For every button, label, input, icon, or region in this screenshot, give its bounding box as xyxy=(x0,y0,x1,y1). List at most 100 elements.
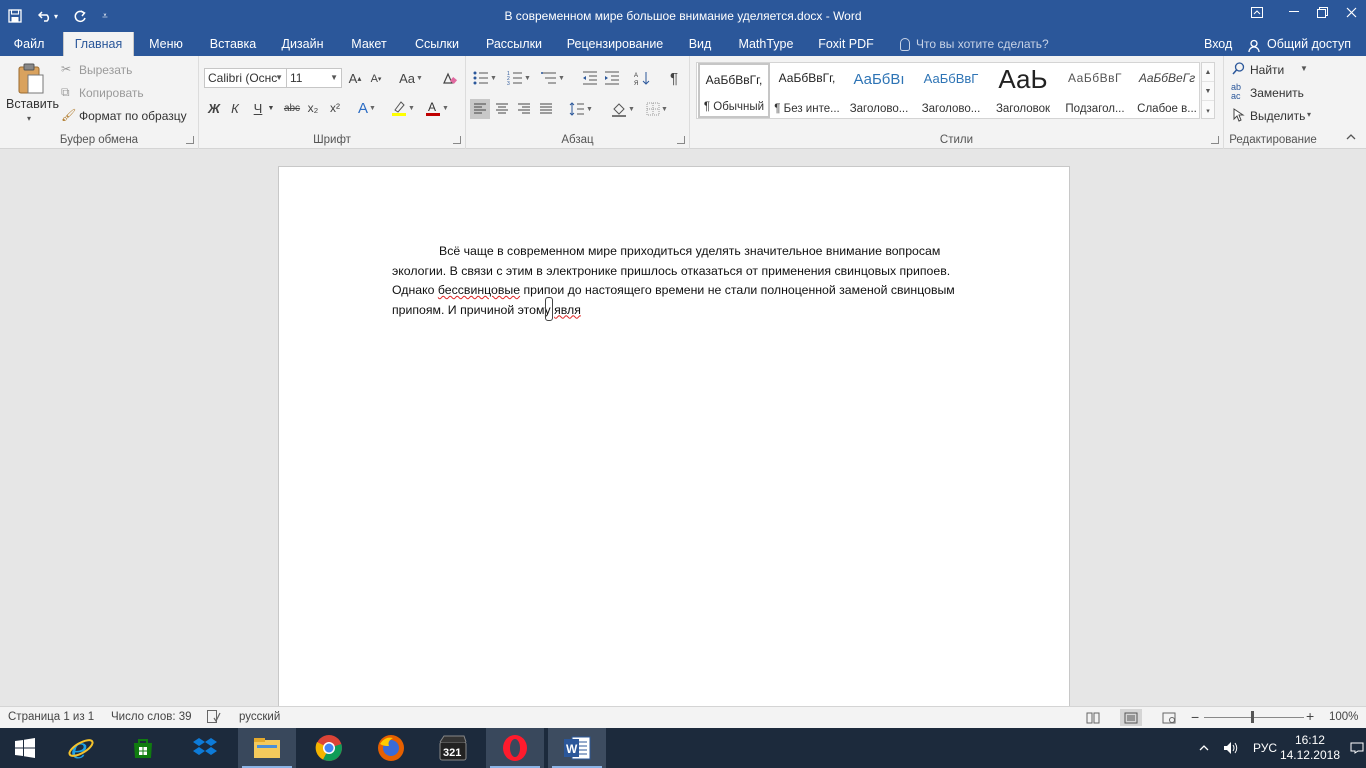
zoom-out-icon[interactable]: − xyxy=(1191,709,1199,725)
tab-menu[interactable]: Меню xyxy=(141,32,191,56)
undo-icon[interactable]: ▾ xyxy=(30,0,66,32)
notifications-icon[interactable] xyxy=(1350,728,1366,768)
read-mode-icon[interactable] xyxy=(1082,709,1104,726)
italic-button[interactable]: К xyxy=(225,98,245,118)
collapse-ribbon-icon[interactable] xyxy=(1346,132,1356,143)
style-normal[interactable]: АаБбВвГг, ¶ Обычный xyxy=(698,63,770,118)
bold-button[interactable]: Ж xyxy=(204,98,224,118)
shading-icon[interactable]: ▼ xyxy=(608,99,638,119)
document-body[interactable]: Всё чаще в современном мире приходиться … xyxy=(392,242,1017,320)
scroll-up-icon[interactable]: ▲ xyxy=(1202,63,1214,82)
ribbon-display-options-icon[interactable] xyxy=(1235,0,1279,24)
dialog-launcher-icon[interactable] xyxy=(1211,136,1219,144)
misspelled-word[interactable]: явля xyxy=(554,303,581,317)
tab-home[interactable]: Главная xyxy=(63,32,134,56)
line-spacing-icon[interactable]: ▼ xyxy=(566,99,596,119)
style-no-spacing[interactable]: АаБбВвГг, ¶ Без инте... xyxy=(771,63,843,118)
tell-me-box[interactable]: Что вы хотите сделать? xyxy=(900,32,1049,56)
input-language[interactable]: РУС xyxy=(1253,728,1277,768)
language-indicator[interactable]: русский xyxy=(239,711,280,723)
paste-button[interactable]: Вставить ▾ xyxy=(4,60,59,130)
scroll-down-icon[interactable]: ▼ xyxy=(1202,82,1214,101)
find-button[interactable]: Найти ▼ xyxy=(1232,62,1317,80)
store-icon[interactable] xyxy=(114,728,172,768)
align-right-icon[interactable] xyxy=(514,99,534,119)
change-case-button[interactable]: Aa ▼ xyxy=(397,68,425,88)
chevron-down-icon[interactable]: ▾ xyxy=(54,12,58,21)
replace-button[interactable]: ab ac Заменить xyxy=(1231,83,1317,103)
show-formatting-icon[interactable]: ¶ xyxy=(664,68,684,88)
font-size-select[interactable]: 11 ▼ xyxy=(286,68,342,88)
tab-file[interactable]: Файл xyxy=(5,32,53,56)
close-icon[interactable] xyxy=(1337,0,1366,24)
decrease-indent-icon[interactable] xyxy=(580,68,600,88)
text-effects-icon[interactable]: A ▼ xyxy=(357,98,377,118)
start-icon[interactable] xyxy=(0,728,50,768)
style-heading-1[interactable]: АаБбВı Заголово... xyxy=(843,63,915,118)
restore-icon[interactable] xyxy=(1308,0,1337,24)
multilevel-list-icon[interactable]: ▼ xyxy=(538,68,568,88)
subscript-button[interactable]: x₂ xyxy=(303,98,323,118)
format-painter-button[interactable]: 🖌 Формат по образцу xyxy=(60,108,192,126)
font-color-button[interactable]: A ▼ xyxy=(423,98,451,118)
style-heading-2[interactable]: АаБбВвГ Заголово... xyxy=(915,63,987,118)
media-player-icon[interactable]: 321 xyxy=(424,728,482,768)
print-layout-icon[interactable] xyxy=(1120,709,1142,726)
highlight-color-button[interactable]: ▼ xyxy=(389,98,417,118)
sign-in-link[interactable]: Вход xyxy=(1204,32,1232,56)
tab-references[interactable]: Ссылки xyxy=(408,32,466,56)
tab-mailings[interactable]: Рассылки xyxy=(478,32,550,56)
chevron-down-icon[interactable]: ▾ xyxy=(27,114,31,123)
dialog-launcher-icon[interactable] xyxy=(677,136,685,144)
copy-button[interactable]: ⧉ Копировать xyxy=(60,85,170,103)
proofing-icon[interactable] xyxy=(207,710,221,726)
dropbox-icon[interactable] xyxy=(176,728,234,768)
document-page[interactable]: Всё чаще в современном мире приходиться … xyxy=(278,166,1070,726)
word-icon[interactable]: W xyxy=(548,728,606,768)
misspelled-word[interactable]: бессвинцовые xyxy=(438,283,520,297)
zoom-in-icon[interactable]: + xyxy=(1306,708,1314,724)
customize-qat-icon[interactable]: ⩡ xyxy=(94,0,116,32)
page-count[interactable]: Страница 1 из 1 xyxy=(8,711,94,723)
more-styles-icon[interactable]: ▾ xyxy=(1202,101,1214,120)
web-layout-icon[interactable] xyxy=(1158,709,1180,726)
zoom-level[interactable]: 100% xyxy=(1329,711,1358,723)
superscript-button[interactable]: x² xyxy=(325,98,345,118)
grow-font-icon[interactable]: A ▴ xyxy=(345,68,365,88)
ie-icon[interactable]: e xyxy=(52,728,110,768)
redo-icon[interactable] xyxy=(66,0,94,32)
justify-icon[interactable] xyxy=(536,99,556,119)
explorer-icon[interactable] xyxy=(238,728,296,768)
share-button[interactable]: Общий доступ xyxy=(1248,32,1351,56)
style-subtitle[interactable]: АаБбВвГ Подзагол... xyxy=(1059,63,1131,118)
borders-icon[interactable]: ▼ xyxy=(642,99,672,119)
select-button[interactable]: Выделить ▾ xyxy=(1232,108,1317,126)
word-count[interactable]: Число слов: 39 xyxy=(111,711,192,723)
align-left-icon[interactable] xyxy=(470,99,490,119)
dialog-launcher-icon[interactable] xyxy=(186,136,194,144)
tab-foxit-pdf[interactable]: Foxit PDF xyxy=(814,32,878,56)
font-name-select[interactable]: Calibri (Оснс ▼ xyxy=(204,68,287,88)
opera-icon[interactable] xyxy=(486,728,544,768)
strikethrough-button[interactable]: abc xyxy=(281,98,303,118)
tab-layout[interactable]: Макет xyxy=(343,32,395,56)
tab-design[interactable]: Дизайн xyxy=(275,32,330,56)
firefox-icon[interactable] xyxy=(362,728,420,768)
chevron-down-icon[interactable]: ▼ xyxy=(265,98,277,118)
sort-icon[interactable]: AЯ xyxy=(632,68,652,88)
dialog-launcher-icon[interactable] xyxy=(453,136,461,144)
save-icon[interactable] xyxy=(0,0,30,32)
increase-indent-icon[interactable] xyxy=(602,68,622,88)
numbering-icon[interactable]: 1 2 3 ▼ xyxy=(504,68,534,88)
volume-icon[interactable] xyxy=(1223,728,1239,768)
clear-formatting-icon[interactable] xyxy=(439,68,459,88)
tab-view[interactable]: Вид xyxy=(682,32,718,56)
shrink-font-icon[interactable]: A ▾ xyxy=(366,69,386,89)
tab-mathtype[interactable]: MathType xyxy=(730,32,802,56)
zoom-slider-thumb[interactable] xyxy=(1251,711,1254,723)
show-hidden-icons[interactable] xyxy=(1199,728,1209,768)
minimize-icon[interactable] xyxy=(1279,0,1308,24)
bullets-icon[interactable]: ▼ xyxy=(470,68,500,88)
style-subtle-emphasis[interactable]: АаБбВеГг Слабое в... xyxy=(1131,63,1203,118)
style-title[interactable]: АаЬ Заголовок xyxy=(987,63,1059,118)
